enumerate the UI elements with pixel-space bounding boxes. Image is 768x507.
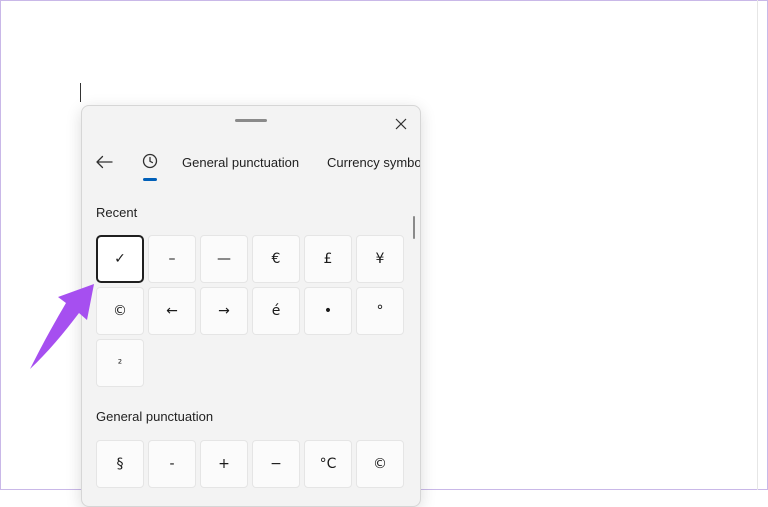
- annotation-arrow: [30, 284, 94, 369]
